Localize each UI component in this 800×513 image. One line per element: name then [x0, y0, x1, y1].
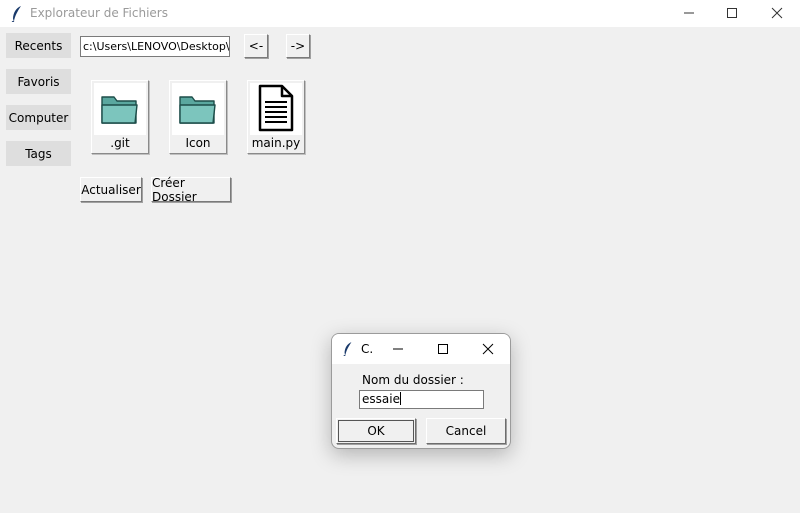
file-name: main.py	[251, 136, 301, 150]
path-input[interactable]: c:\Users\LENOVO\Desktop\	[80, 36, 230, 57]
refresh-button[interactable]: Actualiser	[80, 177, 142, 202]
title-bar: Explorateur de Fichiers	[0, 0, 800, 27]
back-button[interactable]: <-	[244, 34, 268, 58]
feather-icon	[11, 6, 21, 22]
file-name: .git	[110, 136, 130, 150]
file-item-git[interactable]: .git	[91, 80, 149, 154]
folder-name-label: Nom du dossier :	[362, 373, 464, 387]
minimize-button[interactable]	[666, 0, 712, 27]
folder-icon	[101, 96, 138, 124]
sidebar-item-tags[interactable]: Tags	[6, 141, 71, 166]
sidebar-item-recents[interactable]: Recents	[6, 33, 71, 58]
close-button[interactable]	[754, 0, 800, 27]
folder-name-input[interactable]: essaie	[359, 390, 484, 409]
sidebar-item-computer[interactable]: Computer	[6, 105, 71, 130]
file-name: Icon	[185, 136, 211, 150]
feather-icon	[343, 342, 352, 356]
folder-name-value: essaie	[362, 392, 400, 406]
dialog-title-bar: C.	[332, 334, 510, 364]
file-item-main-py[interactable]: main.py	[247, 80, 305, 154]
minimize-icon	[393, 348, 403, 350]
text-caret	[399, 392, 401, 405]
cancel-button[interactable]: Cancel	[426, 418, 506, 444]
close-icon	[771, 7, 783, 19]
document-icon	[258, 84, 294, 132]
window-title: Explorateur de Fichiers	[30, 6, 168, 20]
file-item-icon[interactable]: Icon	[169, 80, 227, 154]
maximize-icon	[438, 344, 448, 354]
dialog-title: C.	[361, 342, 374, 356]
sidebar-item-favoris[interactable]: Favoris	[6, 69, 71, 94]
create-folder-button[interactable]: Créer Dossier	[151, 176, 231, 204]
ok-button[interactable]: OK	[336, 418, 416, 444]
dialog-minimize-button[interactable]	[378, 334, 418, 364]
minimize-icon	[684, 12, 694, 14]
maximize-icon	[727, 8, 737, 18]
create-folder-dialog: C. Nom du dossier : essaie OK Cancel	[331, 333, 511, 449]
folder-icon	[179, 96, 216, 124]
maximize-button[interactable]	[709, 0, 755, 27]
dialog-close-button[interactable]	[468, 334, 508, 364]
close-icon	[482, 343, 494, 355]
forward-button[interactable]: ->	[286, 34, 310, 58]
dialog-maximize-button[interactable]	[423, 334, 463, 364]
